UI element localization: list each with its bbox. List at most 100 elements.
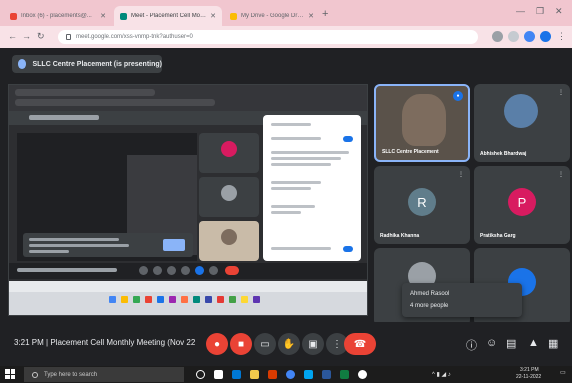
url-input[interactable]: meet.google.com/xss-vnmp-tnk?authuser=0 (58, 30, 478, 44)
present-button[interactable]: ▣ (302, 333, 324, 355)
shared-taskbar (9, 281, 367, 315)
lock-icon (66, 34, 71, 40)
search-icon (32, 371, 38, 378)
forward-icon[interactable]: → (22, 31, 31, 41)
participants-popup[interactable]: Ahmed Rasool 4 more people (402, 283, 522, 317)
participant-name: SLLC Centre Placement (382, 149, 439, 155)
maximize-icon[interactable]: ❐ (536, 6, 544, 17)
extension-icon[interactable] (524, 31, 535, 42)
captions-button[interactable]: ▭ (254, 333, 276, 355)
presenting-label: SLLC Centre Placement (is presenting) (32, 60, 162, 68)
participant-name: Abhishek Bhardwaj (480, 151, 527, 157)
participant-video (402, 94, 446, 146)
minimize-icon[interactable]: — (516, 6, 525, 16)
avatar (504, 94, 538, 128)
app-icon[interactable] (358, 370, 367, 379)
more-vert-icon[interactable]: ⋮ (558, 89, 564, 96)
tray-time: 3:21 PM (520, 367, 539, 373)
meeting-info: 3:21 PM | Placement Cell Monthly Meeting… (14, 338, 195, 347)
participant-tile[interactable]: ⋮ Abhishek Bhardwaj (474, 84, 570, 162)
new-tab-icon[interactable]: + (322, 8, 328, 20)
popup-line: 4 more people (410, 303, 449, 309)
word-icon[interactable] (322, 370, 331, 379)
close-icon[interactable]: ✕ (308, 12, 314, 20)
separator: | (46, 338, 49, 347)
lock-icon[interactable]: ▦ (548, 337, 558, 350)
call-end-icon: ☎ (353, 338, 367, 350)
profile-avatar[interactable] (540, 31, 551, 42)
shared-side-panel (263, 115, 361, 261)
tray-icons[interactable]: ^ ▮ ◢ ♪ (432, 371, 451, 378)
screen: Inbox (6) - placements@... ✕ Meet - Plac… (0, 0, 572, 383)
camera-button[interactable]: ■ (230, 333, 252, 355)
windows-taskbar: Type here to search ^ ▮ ◢ ♪ 3:21 PM 22-1… (0, 366, 572, 383)
tab-gmail[interactable]: Inbox (6) - placements@... ✕ (4, 6, 112, 26)
end-call-button[interactable]: ☎ (344, 333, 376, 355)
shared-browser-chrome (9, 85, 367, 111)
participant-tile[interactable]: P ⋮ Pratiksha Garg (474, 166, 570, 244)
task-view-icon[interactable] (214, 370, 223, 379)
windows-start-icon[interactable] (5, 369, 15, 379)
notifications-icon[interactable]: ▭ (560, 369, 566, 376)
browser-menu-icon[interactable]: ⋮ (557, 31, 566, 42)
gmail-icon (10, 12, 17, 20)
cc-icon: ▭ (260, 338, 270, 350)
shared-tile (199, 221, 259, 261)
chat-icon[interactable]: ▤ (506, 337, 516, 350)
present-icon: ▣ (308, 338, 318, 350)
more-vert-icon[interactable]: ⋮ (558, 171, 564, 178)
edge-icon[interactable] (232, 370, 241, 379)
file-explorer-icon[interactable] (250, 370, 259, 379)
shared-screen[interactable] (8, 84, 368, 316)
browser-tab-strip: Inbox (6) - placements@... ✕ Meet - Plac… (0, 0, 572, 26)
shared-dialog (23, 233, 193, 257)
tab-label: My Drive - Google Drive (241, 13, 305, 19)
tray-date: 22-11-2022 (516, 374, 542, 380)
window-close-icon[interactable]: ✕ (555, 6, 563, 17)
close-icon[interactable]: ✕ (210, 12, 216, 20)
participant-tile[interactable]: R ⋮ Radhika Khanna (374, 166, 470, 244)
cortana-icon[interactable] (196, 370, 205, 379)
activities-icon[interactable]: ▲ (528, 337, 539, 349)
mic-icon: ● (213, 338, 221, 350)
more-vert-icon: ⋮ (332, 338, 342, 350)
shared-meet-controls (9, 263, 367, 279)
chrome-icon[interactable] (286, 370, 295, 379)
back-icon[interactable]: ← (8, 31, 17, 41)
close-icon[interactable]: ✕ (100, 12, 106, 20)
participant-tile-self[interactable]: ● SLLC Centre Placement (374, 84, 470, 162)
url-text: meet.google.com/xss-vnmp-tnk?authuser=0 (76, 34, 193, 40)
tab-label: Meet - Placement Cell Monthly... (131, 13, 206, 19)
participant-name: Pratiksha Garg (480, 233, 516, 239)
shared-tile (199, 177, 259, 217)
meet-icon (120, 12, 127, 20)
meeting-time: 3:21 PM (14, 338, 44, 347)
mic-active-icon: ● (453, 91, 463, 101)
participant-name: Radhika Khanna (380, 233, 420, 239)
store-icon[interactable] (304, 370, 313, 379)
tab-meet[interactable]: Meet - Placement Cell Monthly... ✕ (114, 6, 222, 26)
meet-controls: 3:21 PM | Placement Cell Monthly Meeting… (0, 322, 572, 366)
extension-icon[interactable] (492, 31, 503, 42)
avatar: R (408, 188, 436, 216)
popup-line: Ahmed Rasool (410, 291, 450, 297)
excel-icon[interactable] (340, 370, 349, 379)
people-icon[interactable]: ☺ (486, 337, 497, 349)
more-vert-icon[interactable]: ⋮ (458, 171, 464, 178)
camera-icon: ■ (237, 338, 245, 350)
meet-header: SLLC Centre Placement (is presenting) (0, 48, 572, 80)
presenting-indicator[interactable]: SLLC Centre Placement (is presenting) (12, 55, 162, 73)
extension-icon[interactable] (508, 31, 519, 42)
tab-drive[interactable]: My Drive - Google Drive ✕ (224, 6, 320, 26)
office-icon[interactable] (268, 370, 277, 379)
taskbar-search-input[interactable]: Type here to search (24, 367, 184, 382)
raise-hand-button[interactable]: ✋ (278, 333, 300, 355)
drive-icon (230, 12, 237, 20)
reload-icon[interactable]: ↻ (37, 31, 45, 42)
mic-button[interactable]: ● (206, 333, 228, 355)
shared-tile (199, 133, 259, 173)
meeting-title: Placement Cell Monthly Meeting (Nov 22 (50, 338, 196, 347)
avatar: P (508, 188, 536, 216)
search-placeholder: Type here to search (44, 371, 98, 378)
info-icon[interactable]: ⓘ (466, 337, 477, 353)
